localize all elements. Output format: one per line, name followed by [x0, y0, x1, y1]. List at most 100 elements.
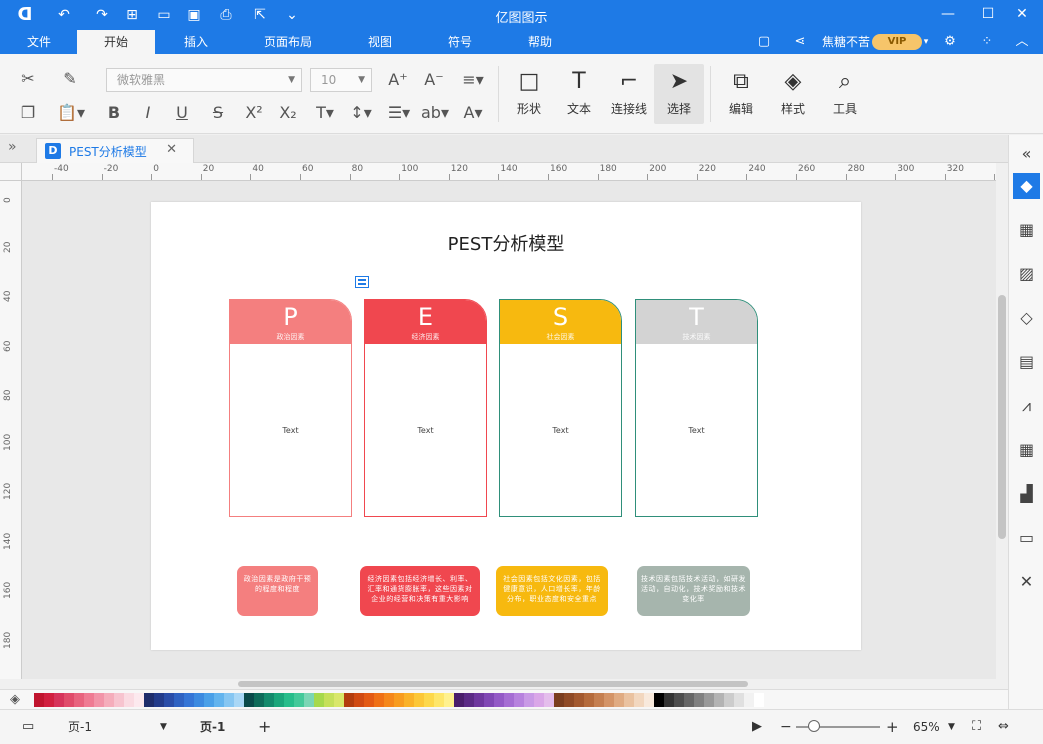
user-name[interactable]: 焦糖不苦 — [820, 32, 872, 52]
image-icon[interactable]: ▨ — [1013, 261, 1040, 287]
color-swatch[interactable] — [724, 693, 734, 707]
color-swatch[interactable] — [604, 693, 614, 707]
color-swatch[interactable] — [594, 693, 604, 707]
redo-icon[interactable]: ↷ — [90, 5, 114, 25]
pest-card-t[interactable]: T 技术因素 Text — [635, 299, 758, 517]
color-swatch[interactable] — [584, 693, 594, 707]
color-swatch[interactable] — [234, 693, 244, 707]
export-icon[interactable]: ⇱ — [248, 5, 272, 25]
collapse-panel-icon[interactable]: « — [1013, 141, 1040, 167]
color-swatch[interactable] — [554, 693, 564, 707]
page-tab[interactable]: 页-1 — [200, 717, 225, 737]
page-icon[interactable]: ▤ — [1013, 349, 1040, 375]
color-swatches[interactable] — [34, 693, 764, 707]
chevron-down-icon[interactable]: ▼ — [160, 717, 167, 737]
color-swatch[interactable] — [44, 693, 54, 707]
close-tab-icon[interactable]: ✕ — [166, 142, 177, 157]
color-swatch[interactable] — [674, 693, 684, 707]
color-swatch[interactable] — [734, 693, 744, 707]
vip-badge[interactable]: VIP — [872, 34, 922, 50]
vertical-scrollbar[interactable] — [996, 163, 1008, 679]
color-swatch[interactable] — [404, 693, 414, 707]
note-economic[interactable]: 经济因素包括经济增长、利率、汇率和通货膨胀率，这些因素对企业的经营和决策有重大影… — [360, 566, 480, 616]
color-swatch[interactable] — [174, 693, 184, 707]
scroll-thumb[interactable] — [998, 295, 1006, 539]
font-color-icon[interactable]: A▾ — [458, 102, 488, 124]
color-swatch[interactable] — [454, 693, 464, 707]
presentation-icon[interactable]: ▭ — [1013, 525, 1040, 551]
color-swatch[interactable] — [344, 693, 354, 707]
decrease-font-icon[interactable]: A⁻ — [422, 69, 446, 91]
color-swatch[interactable] — [634, 693, 644, 707]
color-swatch[interactable] — [194, 693, 204, 707]
color-swatch[interactable] — [164, 693, 174, 707]
table-icon[interactable]: ▦ — [1013, 437, 1040, 463]
color-swatch[interactable] — [34, 693, 44, 707]
color-swatch[interactable] — [524, 693, 534, 707]
color-swatch[interactable] — [534, 693, 544, 707]
color-swatch[interactable] — [124, 693, 134, 707]
color-swatch[interactable] — [494, 693, 504, 707]
color-swatch[interactable] — [574, 693, 584, 707]
maximize-icon[interactable]: ☐ — [974, 3, 1002, 25]
tab-view[interactable]: 视图 — [356, 30, 404, 54]
font-family-select[interactable]: 微软雅黑 ▼ — [106, 68, 302, 92]
fit-page-icon[interactable]: ⛶ — [972, 717, 981, 737]
color-swatch[interactable] — [644, 693, 654, 707]
line-spacing-icon[interactable]: ↕▾ — [346, 102, 376, 124]
document-tab[interactable]: D PEST分析模型 ✕ — [36, 138, 194, 163]
selection-handle-icon[interactable] — [355, 276, 369, 288]
collapse-ribbon-icon[interactable]: ︿ — [1010, 32, 1034, 52]
format-painter-icon[interactable]: ✎ — [58, 68, 82, 90]
layers-icon[interactable]: ◇ — [1013, 305, 1040, 331]
note-technological[interactable]: 技术因素包括技术活动，如研发活动，自动化，技术奖励和技术变化率 — [637, 566, 750, 616]
note-social[interactable]: 社会因素包括文化因素，包括健康意识，人口增长率，年龄分布，职业态度和安全重点 — [496, 566, 608, 616]
superscript-icon[interactable]: X² — [242, 102, 266, 124]
color-swatch[interactable] — [484, 693, 494, 707]
color-swatch[interactable] — [154, 693, 164, 707]
bullet-list-icon[interactable]: ☰▾ — [384, 102, 414, 124]
color-swatch[interactable] — [364, 693, 374, 707]
tab-home[interactable]: 开始 — [77, 30, 155, 54]
add-page-button[interactable]: + — [258, 717, 271, 737]
color-swatch[interactable] — [284, 693, 294, 707]
tab-help[interactable]: 帮助 — [516, 30, 564, 54]
color-swatch[interactable] — [564, 693, 574, 707]
horizontal-scrollbar[interactable] — [22, 679, 996, 689]
color-swatch[interactable] — [84, 693, 94, 707]
org-chart-icon[interactable]: ▟ — [1013, 481, 1040, 507]
select-button[interactable]: ➤ 选择 — [654, 64, 704, 124]
color-swatch[interactable] — [374, 693, 384, 707]
page-select[interactable]: 页-1 — [68, 717, 92, 737]
font-size-select[interactable]: 10 ▼ — [310, 68, 372, 92]
color-swatch[interactable] — [104, 693, 114, 707]
canvas-area[interactable]: PEST分析模型 P 政治因素 Text E 经济因素 Text S 社会因素 … — [22, 181, 996, 679]
color-swatch[interactable] — [224, 693, 234, 707]
apps-grid-icon[interactable]: ⁘ — [974, 32, 1000, 52]
color-swatch[interactable] — [684, 693, 694, 707]
text-button[interactable]: T 文本 — [554, 64, 604, 124]
text-format-icon[interactable]: T▾ — [310, 102, 340, 124]
color-swatch[interactable] — [114, 693, 124, 707]
settings-icon[interactable]: ⚙ — [936, 32, 964, 52]
tab-page-layout[interactable]: 页面布局 — [252, 30, 324, 54]
diagram-title[interactable]: PEST分析模型 — [151, 230, 861, 256]
color-swatch[interactable] — [394, 693, 404, 707]
fit-width-icon[interactable]: ⇔ — [998, 717, 1009, 737]
comment-icon[interactable]: ▢ — [752, 32, 776, 52]
zoom-out-button[interactable]: − — [780, 717, 792, 737]
tab-insert[interactable]: 插入 — [170, 30, 222, 54]
color-swatch[interactable] — [744, 693, 754, 707]
tools-button[interactable]: ⌕ 工具 — [820, 64, 870, 124]
color-swatch[interactable] — [464, 693, 474, 707]
color-swatch[interactable] — [214, 693, 224, 707]
strikethrough-icon[interactable]: S — [206, 102, 230, 124]
app-logo-icon[interactable]: ᗡ — [14, 4, 36, 26]
customize-toolbar-icon[interactable]: ⌄ — [280, 5, 304, 25]
color-swatch[interactable] — [144, 693, 154, 707]
text-case-icon[interactable]: ab▾ — [420, 102, 450, 124]
fill-bucket-icon[interactable]: ◈ — [10, 692, 20, 707]
pest-card-s[interactable]: S 社会因素 Text — [499, 299, 622, 517]
color-swatch[interactable] — [504, 693, 514, 707]
color-swatch[interactable] — [184, 693, 194, 707]
